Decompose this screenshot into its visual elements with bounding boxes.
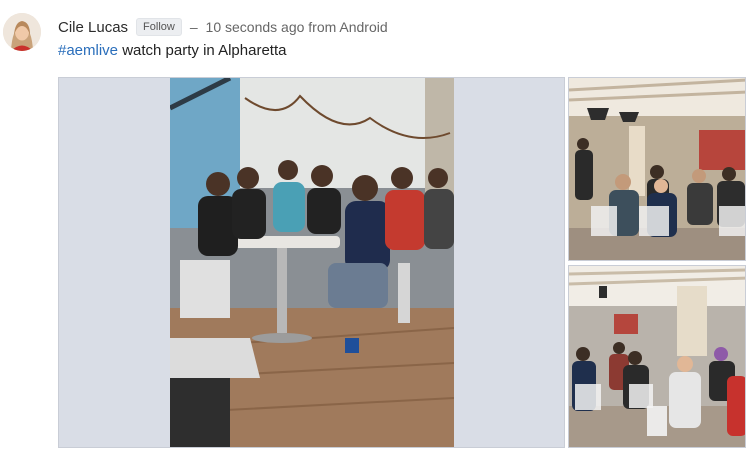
post-timestamp[interactable]: 10 seconds ago from Android — [206, 19, 388, 35]
post-meta: – 10 seconds ago from Android — [190, 19, 388, 35]
post-header: Cile Lucas Follow – 10 seconds ago from … — [58, 16, 388, 38]
meta-separator: – — [189, 19, 198, 35]
photo-thumbnail[interactable] — [568, 77, 746, 261]
photo-thumbnail-image — [569, 78, 745, 260]
post-body: #aemlive watch party in Alpharetta — [58, 42, 286, 59]
photo-thumbnail-image — [569, 266, 745, 447]
user-avatar-photo — [3, 13, 41, 51]
follow-button[interactable]: Follow — [136, 18, 182, 36]
photo-main[interactable] — [58, 77, 565, 448]
photo-main-image — [170, 78, 454, 447]
avatar[interactable] — [3, 13, 41, 51]
author-name[interactable]: Cile Lucas — [58, 19, 128, 36]
post-text: watch party in Alpharetta — [118, 42, 287, 59]
hashtag-link[interactable]: #aemlive — [58, 42, 118, 59]
photo-thumbnail[interactable] — [568, 265, 746, 448]
